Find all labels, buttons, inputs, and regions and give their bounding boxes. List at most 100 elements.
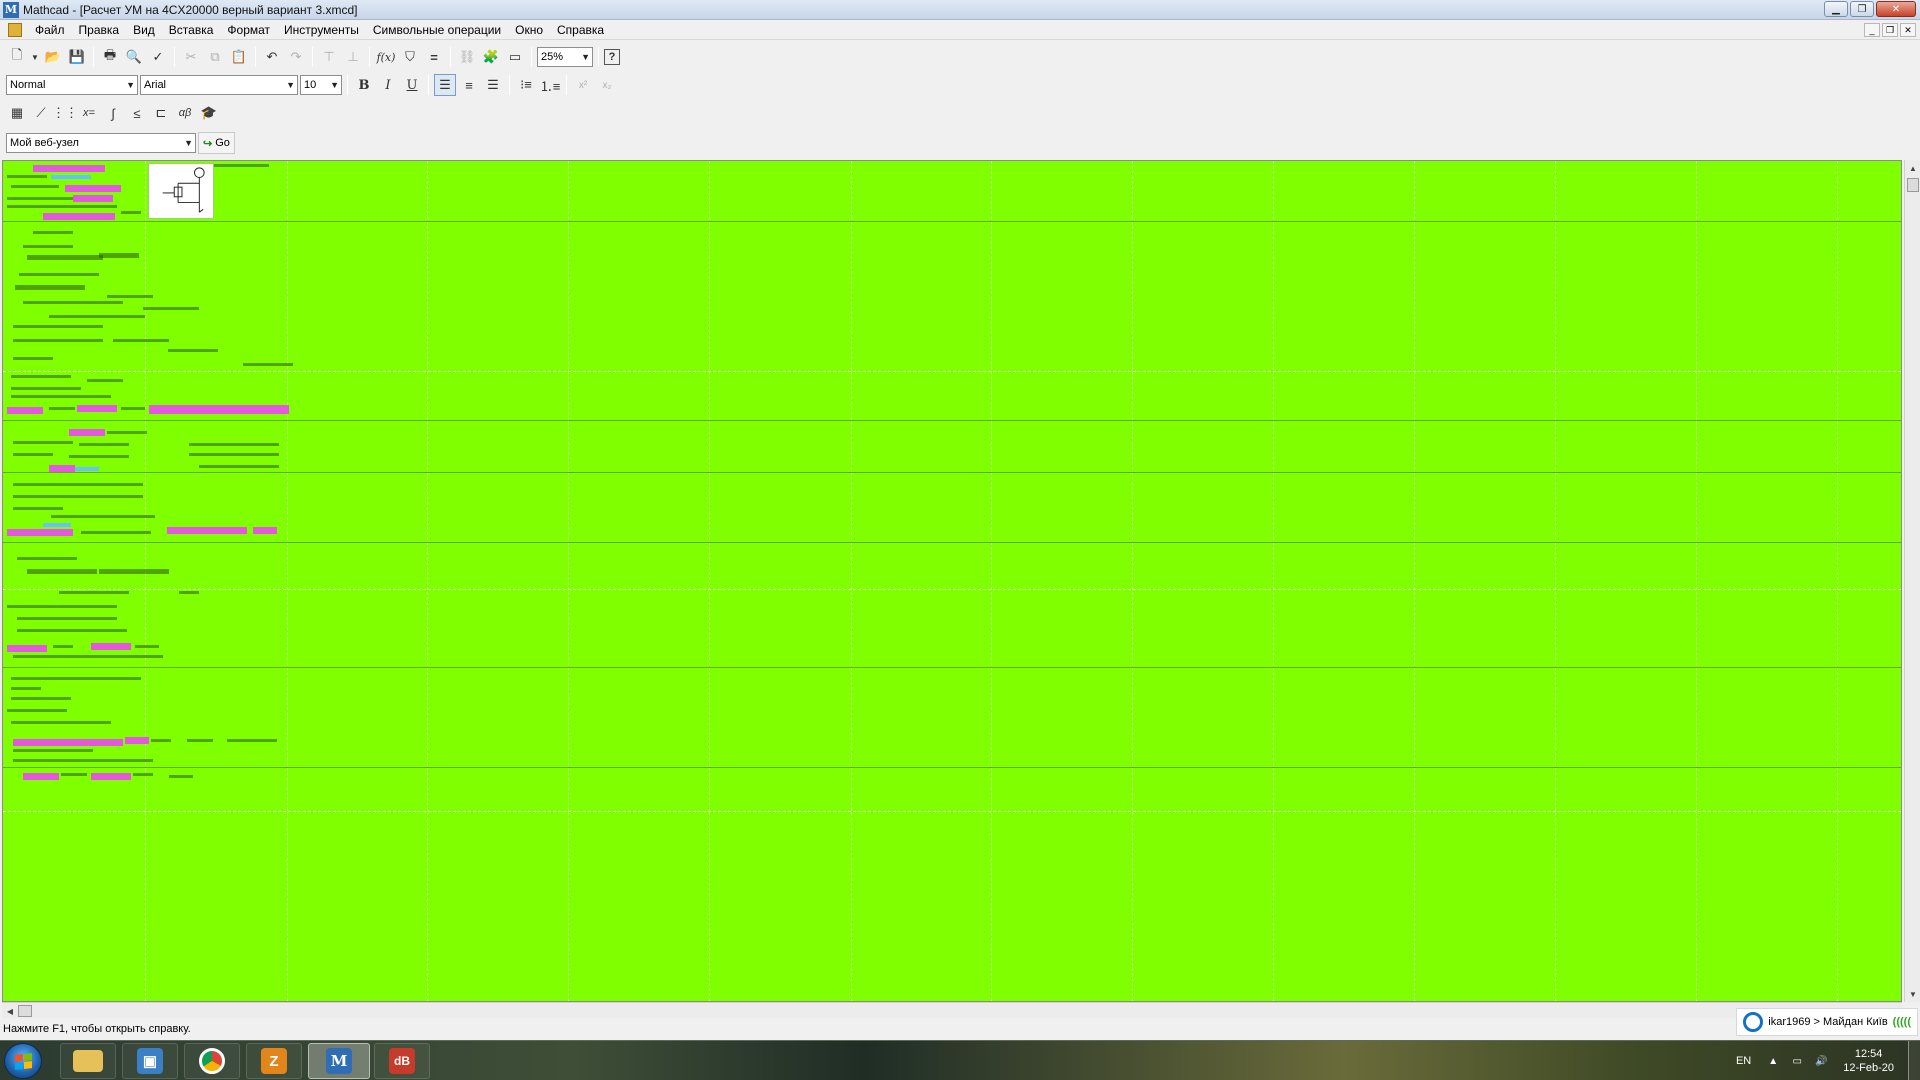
math-region[interactable] [13,749,93,752]
web-site-select[interactable]: Мой веб-узел ▼ [6,133,196,153]
bold-button[interactable]: B [353,74,375,96]
math-region[interactable] [59,591,129,594]
math-region[interactable] [49,407,75,410]
menu-view[interactable]: Вид [126,23,162,37]
math-region[interactable] [7,605,117,608]
math-region[interactable] [99,253,139,258]
vertical-scroll-thumb[interactable] [1907,178,1919,192]
highlighted-region[interactable] [125,737,149,744]
notification-widget[interactable]: ikar1969 > Майдан Київ ((((( [1736,1008,1918,1036]
highlighted-region[interactable] [43,213,115,220]
highlighted-region[interactable] [65,185,121,192]
math-region[interactable] [121,211,141,214]
math-region[interactable] [13,655,163,658]
horizontal-scroll-thumb[interactable] [18,1005,32,1017]
math-region[interactable] [17,617,117,620]
calculus-icon[interactable]: ∫ [102,102,124,124]
math-region[interactable] [53,645,73,648]
style-select[interactable]: Normal ▼ [6,75,138,95]
matrix-icon[interactable]: ⋮⋮ [52,102,78,124]
tray-expand-icon[interactable]: ▲ [1765,1053,1781,1069]
clock[interactable]: 12:54 12-Feb-20 [1843,1047,1894,1075]
menu-format[interactable]: Формат [220,23,277,37]
scroll-up-icon[interactable]: ▲ [1905,160,1920,176]
math-region[interactable] [107,295,153,298]
menu-help[interactable]: Справка [550,23,611,37]
calculator-icon[interactable]: ▦ [6,102,28,124]
highlighted-region[interactable] [33,165,105,172]
menu-symbolics[interactable]: Символьные операции [366,23,508,37]
copy-icon[interactable]: ⧉ [204,46,226,68]
paste-icon[interactable]: 📋 [228,46,250,68]
worksheet-canvas[interactable] [2,160,1902,1002]
insert-function-icon[interactable]: f(x) [375,46,397,68]
highlighted-region[interactable] [49,465,75,472]
horizontal-scrollbar[interactable]: ◀ ▶ [2,1002,1902,1018]
math-region[interactable] [189,443,279,446]
math-region[interactable] [7,175,47,178]
math-region[interactable] [43,523,71,527]
open-folder-icon[interactable]: 📂 [42,46,64,68]
math-region[interactable] [11,697,71,700]
align-center-icon[interactable]: ≡ [458,74,480,96]
menu-insert[interactable]: Вставка [162,23,221,37]
math-region[interactable] [17,629,127,632]
scroll-down-icon[interactable]: ▼ [1905,986,1920,1002]
new-dropdown-icon[interactable]: ▼ [30,46,40,68]
evaluation-icon[interactable]: x= [78,102,100,124]
italic-button[interactable]: I [377,74,399,96]
math-region[interactable] [69,455,129,458]
align-top-icon[interactable]: ⊤ [318,46,340,68]
highlighted-region[interactable] [77,405,117,412]
math-region[interactable] [11,387,81,390]
doc-minimize-button[interactable]: _ [1864,23,1880,37]
start-button[interactable] [4,1043,42,1079]
math-region[interactable] [11,185,59,188]
math-region[interactable] [7,197,73,200]
math-region[interactable] [23,245,73,248]
highlighted-region[interactable] [73,195,113,202]
math-region[interactable] [75,467,99,471]
math-region[interactable] [135,645,159,648]
math-region[interactable] [13,325,103,328]
highlighted-region[interactable] [69,429,105,436]
menu-file[interactable]: Файл [28,23,72,37]
highlighted-region[interactable] [167,527,247,534]
document-icon[interactable] [8,23,22,37]
taskbar-filezilla[interactable]: Z [246,1043,302,1079]
math-region[interactable] [27,255,103,260]
math-region[interactable] [13,507,63,510]
programming-icon[interactable]: ⊏ [150,102,172,124]
go-button[interactable]: ↪ Go [198,132,235,154]
math-region[interactable] [7,205,117,208]
menu-edit[interactable]: Правка [72,23,127,37]
math-region[interactable] [199,465,279,468]
math-region[interactable] [133,773,153,776]
menu-window[interactable]: Окно [508,23,550,37]
math-region[interactable] [13,495,143,498]
boolean-icon[interactable]: ≤ [126,102,148,124]
math-region[interactable] [227,739,277,742]
vertical-scrollbar[interactable]: ▲ ▼ [1904,160,1920,1002]
taskbar-explorer[interactable] [60,1043,116,1079]
math-region[interactable] [81,531,151,534]
math-region[interactable] [113,339,169,342]
cut-icon[interactable]: ✂ [180,46,202,68]
superscript-icon[interactable]: x² [572,74,594,96]
math-region[interactable] [11,687,41,690]
doc-restore-button[interactable]: ❐ [1882,23,1898,37]
math-region[interactable] [61,773,87,776]
math-region[interactable] [11,375,71,378]
math-region[interactable] [33,231,73,234]
highlighted-region[interactable] [7,529,73,536]
graph-icon[interactable]: ⟋ [30,102,52,124]
highlighted-region[interactable] [149,405,289,414]
language-indicator[interactable]: EN [1736,1055,1751,1067]
math-region[interactable] [99,569,169,574]
math-region[interactable] [13,483,143,486]
subscript-icon[interactable]: x₂ [596,74,618,96]
align-left-icon[interactable]: ☰ [434,74,456,96]
font-size-select[interactable]: 10 ▼ [300,75,342,95]
math-region[interactable] [49,315,145,318]
scroll-left-icon[interactable]: ◀ [2,1003,18,1019]
